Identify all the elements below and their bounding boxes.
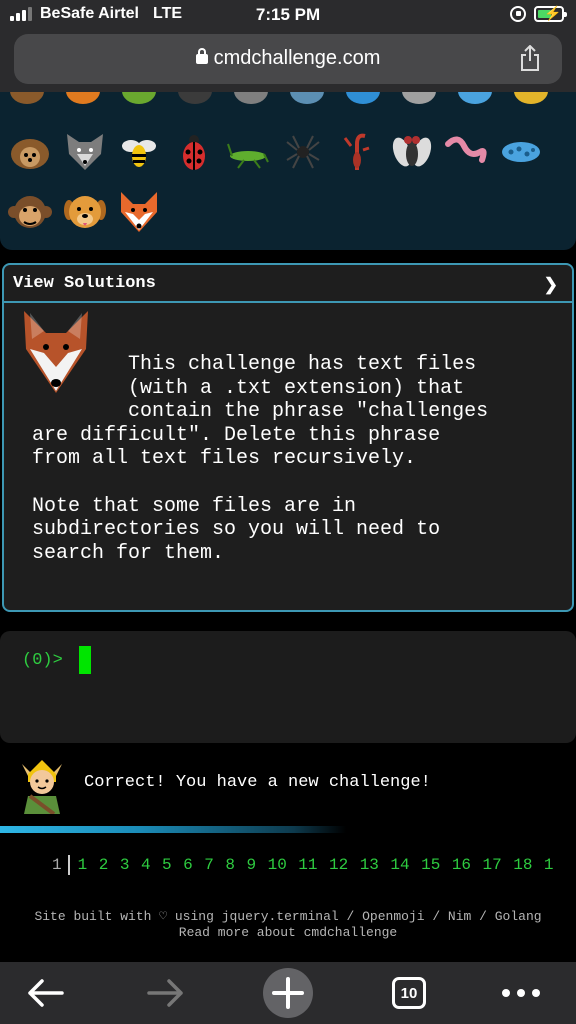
clock: 7:15 PM xyxy=(255,5,321,24)
challenge-pagination: 1 1 2 3 4 5 6 7 8 9 10 11 12 13 14 15 16… xyxy=(52,855,565,875)
page-link[interactable]: 16 xyxy=(452,856,471,874)
forward-button[interactable] xyxy=(126,962,206,1024)
url-text: cmdchallenge.com xyxy=(213,47,381,69)
page-link[interactable]: 10 xyxy=(268,856,287,874)
view-solutions-header[interactable]: View Solutions ❯ xyxy=(4,265,572,303)
page-link[interactable]: 5 xyxy=(162,856,172,874)
worm-icon[interactable] xyxy=(444,130,488,174)
cricket-icon[interactable] xyxy=(226,130,270,174)
challenge-description: This challenge has text files (with a .t… xyxy=(32,353,489,565)
ladybug-icon[interactable] xyxy=(172,130,216,174)
view-solutions-title: View Solutions xyxy=(13,274,156,293)
wolf-icon[interactable] xyxy=(63,130,107,174)
page-link[interactable]: 2 xyxy=(99,856,109,874)
new-tab-button[interactable] xyxy=(248,962,328,1024)
page-link[interactable]: 1 xyxy=(78,856,88,874)
spider-icon[interactable] xyxy=(281,130,325,174)
page-link[interactable]: 12 xyxy=(329,856,348,874)
page-link[interactable]: 1 xyxy=(544,856,554,874)
fox-icon[interactable] xyxy=(117,190,161,234)
battery-icon: ⚡ xyxy=(534,5,567,22)
page-link[interactable]: 4 xyxy=(141,856,151,874)
emoji-progress-panel xyxy=(0,92,576,250)
tab-count: 10 xyxy=(392,977,426,1009)
more-button[interactable] xyxy=(481,962,561,1024)
pager-divider xyxy=(67,855,70,875)
status-message: Correct! You have a new challenge! xyxy=(84,773,431,792)
challenge-card: View Solutions ❯ This challenge has text… xyxy=(2,263,574,612)
site-footer: Site built with ♡ using jquery.terminal … xyxy=(0,909,576,941)
dog-icon[interactable] xyxy=(63,190,107,234)
status-bar: BeSafe Airtel LTE 7:15 PM ⚡ xyxy=(0,0,576,32)
footer-credits[interactable]: Site built with ♡ using jquery.terminal … xyxy=(0,909,576,925)
page-link[interactable]: 14 xyxy=(390,856,409,874)
progress-line xyxy=(0,826,346,833)
microbe-icon[interactable] xyxy=(499,130,543,174)
page-link[interactable]: 15 xyxy=(421,856,440,874)
monkey-icon[interactable] xyxy=(8,190,52,234)
page-link[interactable]: 17 xyxy=(483,856,502,874)
page-link[interactable]: 7 xyxy=(204,856,214,874)
page-link[interactable]: 8 xyxy=(225,856,235,874)
rotation-lock-icon xyxy=(510,6,526,22)
plus-icon xyxy=(272,977,304,1009)
address-bar[interactable]: cmdchallenge.com xyxy=(14,34,562,84)
back-button[interactable] xyxy=(5,962,85,1024)
page-link[interactable]: 18 xyxy=(513,856,532,874)
terminal-prompt: (0)> xyxy=(22,651,63,670)
terminal[interactable]: (0)> xyxy=(0,631,576,743)
terminal-cursor[interactable] xyxy=(79,646,91,674)
elf-avatar-icon xyxy=(22,760,62,814)
browser-toolbar: 10 xyxy=(0,962,576,1024)
back-arrow-icon xyxy=(28,979,64,1007)
lock-icon xyxy=(195,48,208,64)
current-page: 1 xyxy=(52,856,62,874)
hedgehog-icon[interactable] xyxy=(8,130,52,174)
page-link[interactable]: 13 xyxy=(360,856,379,874)
bee-icon[interactable] xyxy=(117,130,161,174)
page-link[interactable]: 11 xyxy=(298,856,317,874)
browser-address-area: cmdchallenge.com xyxy=(0,32,576,92)
emoji-row-partial xyxy=(10,92,548,104)
page-link[interactable]: 9 xyxy=(246,856,256,874)
page-link[interactable]: 3 xyxy=(120,856,130,874)
more-dots-icon xyxy=(502,989,540,997)
fly-icon[interactable] xyxy=(390,130,434,174)
share-icon[interactable] xyxy=(520,45,540,71)
chevron-right-icon[interactable]: ❯ xyxy=(544,275,558,295)
tabs-button[interactable]: 10 xyxy=(369,962,449,1024)
forward-arrow-icon xyxy=(147,979,183,1007)
scorpion-icon[interactable] xyxy=(335,130,379,174)
page-link[interactable]: 6 xyxy=(183,856,193,874)
footer-about-link[interactable]: Read more about cmdchallenge xyxy=(0,925,576,941)
